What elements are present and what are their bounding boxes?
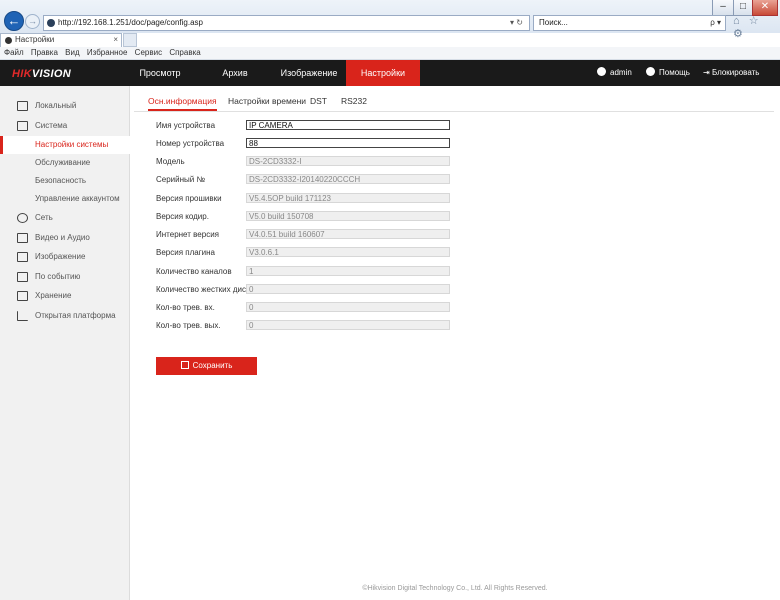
nav-configuration[interactable]: Настройки <box>346 60 420 86</box>
field-label: Модель <box>156 157 185 166</box>
monitor-icon <box>17 101 28 111</box>
save-icon <box>180 361 189 369</box>
web-version-field: V4.0.51 build 160607 <box>246 229 450 239</box>
sidebar-item-user-management[interactable]: Управление аккаунтом <box>0 190 130 208</box>
sidebar-item-maintenance[interactable]: Обслуживание <box>0 154 130 172</box>
sidebar-item-security[interactable]: Безопасность <box>0 172 130 190</box>
device-name-input[interactable]: IP CAMERA <box>246 120 450 130</box>
field-label: Интернет версия <box>156 230 219 239</box>
tab-close-icon[interactable]: × <box>113 34 118 46</box>
save-label: Сохранить <box>192 361 233 370</box>
tab-dst[interactable]: DST <box>310 96 327 106</box>
calendar-icon <box>17 272 28 282</box>
new-tab-button[interactable] <box>123 33 137 47</box>
user-icon <box>597 67 606 76</box>
alarm-outputs-field: 0 <box>246 320 450 330</box>
address-text: http://192.168.1.251/doc/page/config.asp <box>58 18 204 27</box>
forward-button[interactable]: → <box>25 14 40 29</box>
search-placeholder: Поиск... <box>539 18 568 27</box>
help-link[interactable]: Помощь <box>646 60 690 86</box>
field-label: Версия плагина <box>156 248 215 257</box>
field-label: Количество каналов <box>156 267 232 276</box>
menu-tools[interactable]: Сервис <box>135 48 162 57</box>
field-label: Количество жестких дис... <box>156 285 253 294</box>
sidebar-item-network[interactable]: Сеть <box>0 209 130 227</box>
field-label: Кол-во трев. вх. <box>156 303 215 312</box>
menu-favorites[interactable]: Избранное <box>87 48 128 57</box>
field-label: Кол-во трев. вых. <box>156 321 221 330</box>
sidebar-item-image[interactable]: Изображение <box>0 248 130 266</box>
logout-icon: ⇥ <box>703 68 712 77</box>
sidebar-item-video-audio[interactable]: Видео и Аудио <box>0 229 130 247</box>
minimize-button[interactable]: – <box>712 0 734 16</box>
image-icon <box>17 252 28 262</box>
help-label: Помощь <box>659 68 690 77</box>
hikvision-logo: HIKVISION <box>12 68 71 80</box>
field-label: Имя устройства <box>156 121 216 130</box>
help-icon <box>646 67 655 76</box>
sidebar-item-system[interactable]: Система <box>0 117 130 135</box>
globe-icon <box>17 213 28 223</box>
encoding-version-field: V5.0 build 150708 <box>246 211 450 221</box>
field-label: Серийный № <box>156 175 206 184</box>
browser-tab[interactable]: Настройки × <box>0 33 122 47</box>
user-name: admin <box>610 68 632 77</box>
chart-icon <box>17 311 28 321</box>
device-number-input[interactable]: 88 <box>246 138 450 148</box>
sidebar-item-storage[interactable]: Хранение <box>0 287 130 305</box>
save-button[interactable]: Сохранить <box>156 357 257 375</box>
menu-file[interactable]: Файл <box>4 48 24 57</box>
system-icon <box>17 121 28 131</box>
user-menu[interactable]: admin <box>597 60 632 86</box>
menu-help[interactable]: Справка <box>169 48 200 57</box>
firmware-field: V5.4.5OP build 171123 <box>246 193 450 203</box>
tab-rs232[interactable]: RS232 <box>341 96 367 106</box>
field-label: Версия прошивки <box>156 194 222 203</box>
disk-icon <box>17 291 28 301</box>
tab-divider <box>134 111 774 112</box>
nav-image[interactable]: Изображение <box>275 60 343 86</box>
nav-playback[interactable]: Архив <box>210 60 260 86</box>
sidebar-item-open-platform[interactable]: Открытая платформа <box>0 307 130 325</box>
refresh-icon[interactable]: ▾ ↻ <box>510 16 523 30</box>
nav-live-view[interactable]: Просмотр <box>130 60 190 86</box>
field-label: Версия кодир. <box>156 212 209 221</box>
sidebar-item-event[interactable]: По событию <box>0 268 130 286</box>
sidebar-item-local[interactable]: Локальный <box>0 97 130 115</box>
tab-time-settings[interactable]: Настройки времени <box>228 96 306 106</box>
mic-icon <box>17 233 28 243</box>
search-input[interactable]: Поиск... ρ ▾ <box>533 15 726 31</box>
plugin-version-field: V3.0.6.1 <box>246 247 450 257</box>
channels-field: 1 <box>246 266 450 276</box>
menu-bar: Файл Правка Вид Избранное Сервис Справка <box>0 47 780 60</box>
menu-view[interactable]: Вид <box>65 48 79 57</box>
back-button[interactable]: ← <box>4 11 24 31</box>
hdd-count-field: 0 <box>246 284 450 294</box>
lock-link[interactable]: ⇥ Блокировать <box>703 60 759 86</box>
field-label: Номер устройства <box>156 139 225 148</box>
tab-basic-info[interactable]: Осн.информация <box>148 96 217 111</box>
lock-label: Блокировать <box>711 68 760 77</box>
model-field: DS-2CD3332-I <box>246 156 450 166</box>
toolbar-icons[interactable]: ⌂ ☆ ⚙ <box>733 14 780 40</box>
sidebar-item-system-settings[interactable]: Настройки системы <box>0 136 130 154</box>
tab-title: Настройки <box>15 35 55 44</box>
alarm-inputs-field: 0 <box>246 302 450 312</box>
serial-field: DS-2CD3332-I20140220CCCH <box>246 174 450 184</box>
copyright-footer: ©Hikvision Digital Technology Co., Ltd. … <box>362 585 548 592</box>
menu-edit[interactable]: Правка <box>31 48 58 57</box>
address-bar[interactable]: http://192.168.1.251/doc/page/config.asp… <box>43 15 530 31</box>
site-icon <box>47 19 55 27</box>
tab-favicon-icon <box>5 37 12 44</box>
search-icon[interactable]: ρ ▾ <box>710 16 721 30</box>
